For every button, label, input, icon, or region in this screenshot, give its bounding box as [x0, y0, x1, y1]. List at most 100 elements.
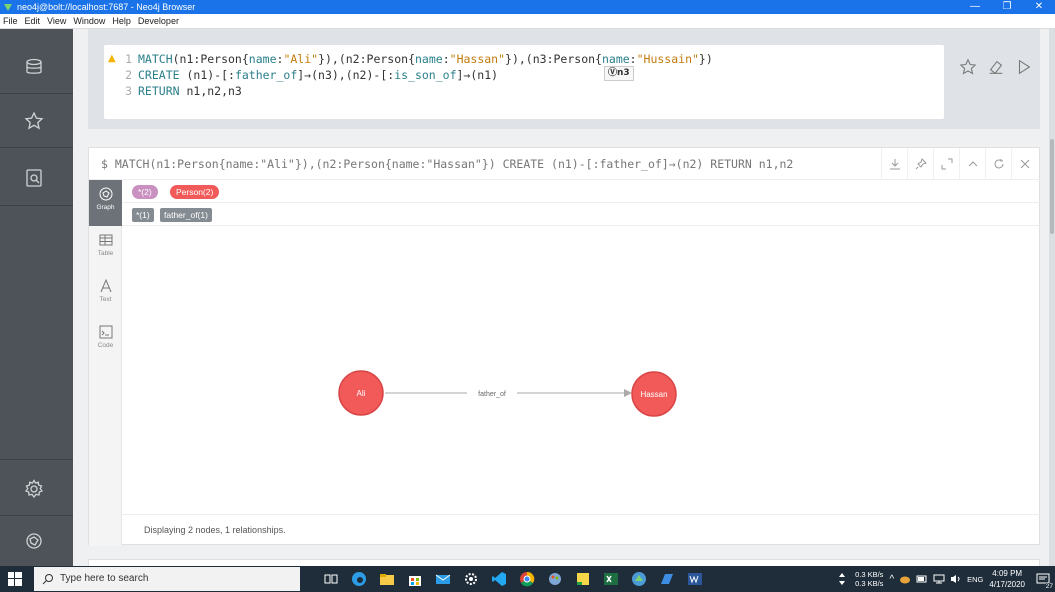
- code-token: (n1:Person{: [172, 52, 249, 66]
- search-icon: [42, 574, 53, 585]
- mail-icon[interactable]: [430, 566, 456, 592]
- code-token: }): [698, 52, 713, 66]
- tab-text[interactable]: Text: [89, 272, 122, 318]
- notification-count-badge: 27: [1045, 583, 1053, 590]
- scrollbar-thumb[interactable]: [1050, 139, 1054, 234]
- notification-center-icon[interactable]: 27: [1033, 566, 1053, 592]
- tab-table[interactable]: Table: [89, 226, 122, 272]
- node-hassan-caption: Hassan: [640, 390, 667, 399]
- next-frame-stub: [88, 559, 1040, 566]
- father-of-rel-tag[interactable]: father_of(1): [160, 208, 212, 222]
- code-line-3: 3 RETURN n1,n2,n3: [125, 84, 242, 98]
- code-token: "Hussain": [636, 52, 699, 66]
- favorite-star-icon[interactable]: [956, 55, 980, 79]
- document-search-icon[interactable]: [22, 166, 46, 190]
- rel-label[interactable]: father_of: [478, 391, 506, 398]
- windows-start-icon[interactable]: [8, 572, 22, 586]
- tab-code[interactable]: Code: [89, 318, 122, 364]
- language-indicator[interactable]: ENG: [967, 575, 983, 584]
- sticky-notes-icon[interactable]: [570, 566, 596, 592]
- menu-edit[interactable]: Edit: [25, 16, 41, 26]
- code-token: "Hassan": [449, 52, 506, 66]
- rerun-icon[interactable]: [985, 148, 1011, 180]
- app-icon-paint[interactable]: [542, 566, 568, 592]
- code-icon: [99, 325, 112, 339]
- network-speed-icon: [839, 573, 846, 585]
- graph-icon: [99, 187, 112, 201]
- code-token: name: [248, 52, 277, 66]
- main-area: ▲ 1 MATCH(n1:Person{name:"Ali"}),(n2:Pers…: [73, 29, 1055, 566]
- graph-canvas[interactable]: father_of Ali Hassan: [122, 226, 1040, 514]
- volume-icon[interactable]: [950, 574, 962, 584]
- excel-icon[interactable]: [598, 566, 624, 592]
- gear-icon[interactable]: [22, 477, 46, 501]
- store-icon[interactable]: [402, 566, 428, 592]
- app-tray-icon[interactable]: [899, 574, 911, 584]
- frame-query-text[interactable]: $ MATCH(n1:Person{name:"Ali"}),(n2:Perso…: [101, 148, 793, 180]
- text-icon: [100, 278, 111, 293]
- table-icon: [99, 234, 112, 246]
- neo4j-taskbar-icon[interactable]: [626, 566, 652, 592]
- battery-icon[interactable]: [916, 574, 928, 584]
- database-icon[interactable]: [22, 55, 46, 79]
- neo4j-logo-icon[interactable]: [22, 529, 46, 553]
- run-play-icon[interactable]: [1012, 55, 1036, 79]
- word-icon[interactable]: [682, 566, 708, 592]
- chrome-icon[interactable]: [514, 566, 540, 592]
- tab-graph[interactable]: Graph: [89, 180, 122, 226]
- close-button[interactable]: ✕: [1023, 0, 1055, 14]
- maximize-button[interactable]: ❐: [991, 0, 1023, 14]
- minimize-button[interactable]: —: [959, 0, 991, 14]
- variable-hint-badge: Ⓥn3: [604, 66, 634, 81]
- menu-window[interactable]: Window: [73, 16, 105, 26]
- code-token: :: [629, 52, 637, 66]
- code-token: ]→(n3),(n2)-[:: [297, 68, 395, 82]
- file-explorer-icon[interactable]: [374, 566, 400, 592]
- taskbar-search-input[interactable]: Type here to search: [34, 567, 300, 591]
- code-token: ]→(n1): [456, 68, 499, 82]
- code-token: (n1)-[:: [179, 68, 235, 82]
- photos-icon[interactable]: [654, 566, 680, 592]
- settings-gear-icon[interactable]: [458, 566, 484, 592]
- expand-icon[interactable]: [933, 148, 959, 180]
- frame-header: $ MATCH(n1:Person{name:"Ali"}),(n2:Perso…: [89, 148, 1041, 180]
- node-label-legend: *(2) Person(2): [122, 180, 1040, 203]
- result-frame: $ MATCH(n1:Person{name:"Ali"}),(n2:Perso…: [88, 147, 1041, 546]
- code-token: }),(n2:Person{: [318, 52, 415, 66]
- star-icon[interactable]: [22, 109, 46, 133]
- view-tabs: Graph Table Text Code: [89, 180, 122, 546]
- code-token: father_of: [234, 68, 298, 82]
- rel-type-legend: *(1) father_of(1): [122, 203, 1040, 226]
- menu-help[interactable]: Help: [112, 16, 131, 26]
- network-speed: 0.3 KB/s 0.3 KB/s: [855, 570, 884, 588]
- all-nodes-pill[interactable]: *(2): [132, 185, 158, 199]
- download-icon[interactable]: [881, 148, 907, 180]
- menu-view[interactable]: View: [47, 16, 66, 26]
- code-token: CREATE: [138, 68, 180, 82]
- close-frame-icon[interactable]: [1011, 148, 1037, 180]
- network-icon[interactable]: [933, 574, 945, 584]
- chevron-up-icon[interactable]: ^: [889, 574, 894, 585]
- clock[interactable]: 4:09 PM 4/17/2020: [989, 568, 1025, 590]
- vscode-icon[interactable]: [486, 566, 512, 592]
- sidebar: [0, 29, 73, 566]
- collapse-chevron-up-icon[interactable]: [959, 148, 985, 180]
- code-token: MATCH: [138, 52, 173, 66]
- all-rels-tag[interactable]: *(1): [132, 208, 154, 222]
- person-label-pill[interactable]: Person(2): [170, 185, 220, 199]
- task-view-icon[interactable]: [318, 566, 344, 592]
- menu-developer[interactable]: Developer: [138, 16, 179, 26]
- menu-file[interactable]: File: [3, 16, 18, 26]
- code-token: is_son_of: [394, 68, 457, 82]
- pin-icon[interactable]: [907, 148, 933, 180]
- code-token: name: [601, 52, 630, 66]
- query-editor[interactable]: ▲ 1 MATCH(n1:Person{name:"Ali"}),(n2:Pers…: [104, 45, 944, 119]
- editor-container: ▲ 1 MATCH(n1:Person{name:"Ali"}),(n2:Pers…: [88, 29, 1040, 129]
- code-line-2: 2 CREATE (n1)-[:father_of]→(n3),(n2)-[:is…: [125, 68, 499, 82]
- window-title: neo4j@bolt://localhost:7687 - Neo4j Brow…: [17, 2, 196, 12]
- edge-browser-icon[interactable]: [346, 566, 372, 592]
- rel-arrowhead: [624, 389, 632, 397]
- main-scrollbar[interactable]: [1049, 29, 1055, 566]
- code-token: n1,n2,n3: [179, 84, 242, 98]
- clear-eraser-icon[interactable]: [984, 55, 1008, 79]
